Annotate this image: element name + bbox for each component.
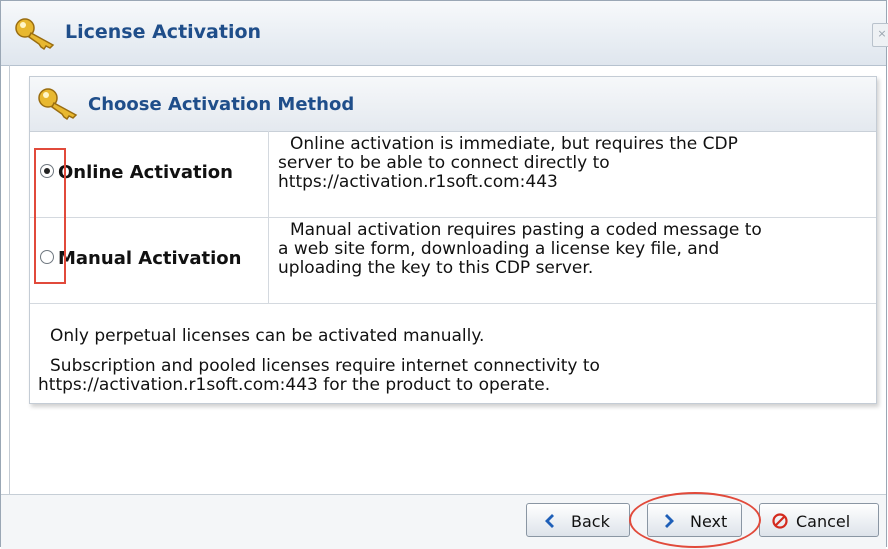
manual-activation-description: Manual activation requires pasting a cod… [278, 221, 874, 278]
window-title: License Activation [65, 21, 262, 43]
back-button-label: Back [571, 512, 610, 531]
radio-highlight-annotation [34, 148, 66, 284]
panel-title: Choose Activation Method [88, 94, 355, 115]
online-activation-description: Online activation is immediate, but requ… [278, 135, 874, 192]
key-icon [38, 88, 78, 121]
description-line: Manual activation requires pasting a cod… [290, 220, 762, 240]
description-line: https://activation.r1soft.com:443 [278, 172, 558, 192]
manual-activation-row: Manual Activation Manual activation requ… [30, 217, 876, 304]
activation-method-panel: Choose Activation Method Online Activati… [29, 76, 877, 404]
description-line: a web site form, downloading a license k… [278, 239, 720, 259]
cancel-button[interactable]: Cancel [759, 503, 879, 537]
next-highlight-annotation [629, 492, 761, 548]
manual-activation-label[interactable]: Manual Activation [58, 248, 241, 269]
title-bar: License Activation × [1, 1, 888, 66]
cancel-icon [772, 513, 788, 529]
key-icon [15, 18, 55, 51]
note-subscription: Subscription and pooled licenses require… [50, 356, 600, 376]
note-activation-url: https://activation.r1soft.com:443 for th… [38, 375, 551, 395]
license-activation-dialog: License Activation × Choose Activation M… [0, 0, 888, 549]
description-line: server to be able to connect directly to [278, 153, 610, 173]
left-divider [9, 65, 10, 495]
description-line: Online activation is immediate, but requ… [290, 134, 738, 154]
online-activation-row: Online Activation Online activation is i… [30, 131, 876, 218]
close-button[interactable]: × [872, 23, 888, 47]
arrow-left-icon [545, 514, 554, 528]
back-button[interactable]: Back [526, 503, 630, 537]
note-perpetual: Only perpetual licenses can be activated… [50, 326, 485, 346]
cancel-button-label: Cancel [796, 512, 851, 531]
online-activation-label[interactable]: Online Activation [58, 162, 233, 183]
description-line: uploading the key to this CDP server. [278, 258, 594, 278]
panel-header: Choose Activation Method [30, 77, 876, 132]
